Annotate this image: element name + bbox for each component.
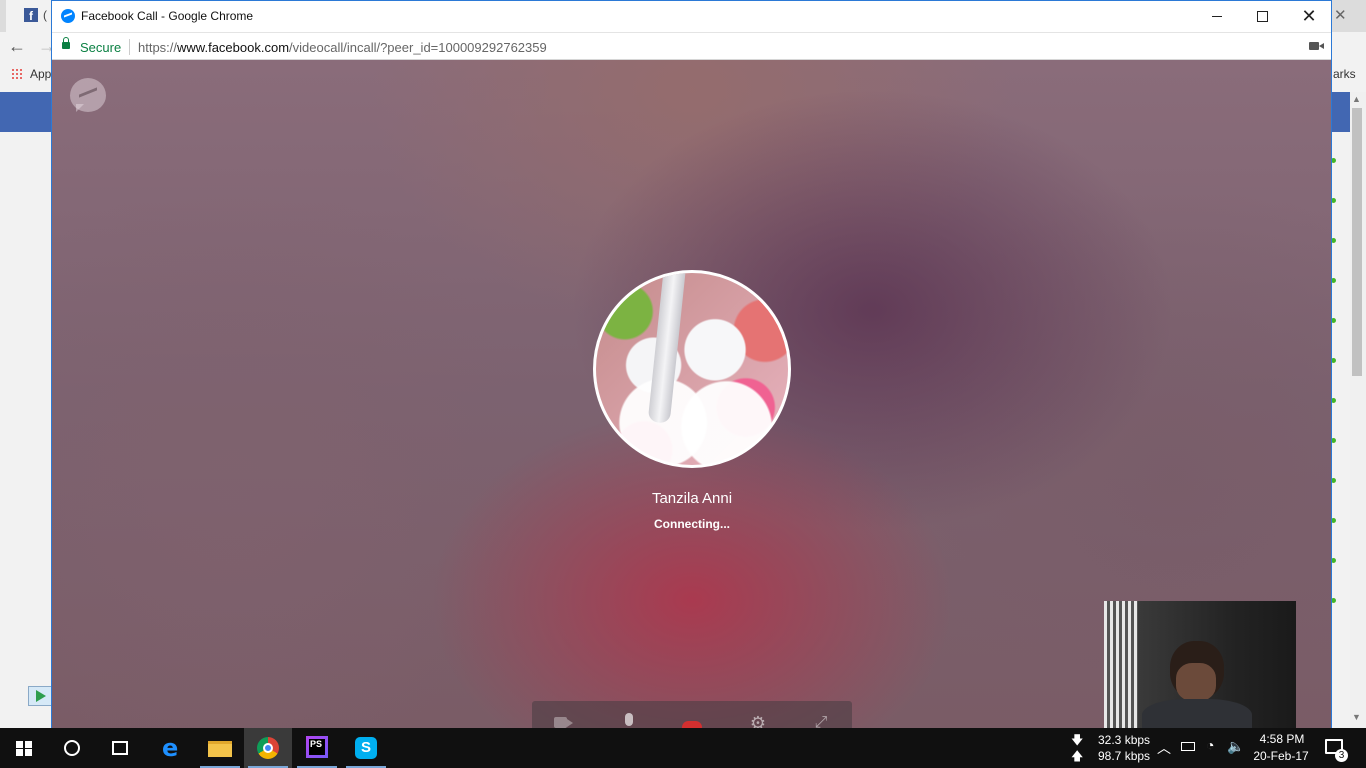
video-toggle-button[interactable] [554,713,576,728]
skype-icon: S [355,737,377,759]
self-video-preview[interactable] [1104,601,1296,728]
chrome-icon [257,737,279,759]
task-view-button[interactable] [96,728,144,768]
clock-time[interactable]: 4:58 PM [1254,732,1310,746]
network-upload-speed: 98.7 kbps [1098,749,1151,763]
caller-avatar [593,270,791,468]
window-title: Facebook Call - Google Chrome [81,9,254,23]
search-button[interactable] [48,728,96,768]
edge-icon: e [162,734,179,762]
notification-count-badge: 3 [1335,749,1348,762]
address-bar[interactable]: Secure https://www.facebook.com/videocal… [52,32,1331,60]
call-view: Tanzila Anni Connecting... ⚙ ⤢ [52,60,1331,728]
skype-taskbar-button[interactable]: S [342,728,390,768]
scrollbar-thumb[interactable] [1352,108,1362,376]
media-player-icon[interactable] [28,686,52,706]
facebook-icon: f [24,8,38,23]
edge-taskbar-button[interactable]: e [148,728,196,768]
scroll-up-icon[interactable]: ▲ [1352,94,1361,104]
self-view-background [1104,601,1138,728]
battery-icon[interactable] [1181,742,1195,751]
microphone-icon [625,713,633,726]
other-bookmarks[interactable]: arks [1333,67,1356,81]
show-hidden-icons-chevron-icon[interactable]: ︿ [1157,738,1171,758]
scroll-down-icon[interactable]: ▼ [1352,712,1361,722]
cortana-icon [64,740,80,756]
end-call-icon [682,721,702,728]
chrome-taskbar-button[interactable] [244,728,292,768]
upload-arrow-icon: 🡅 [1071,749,1084,763]
windows-logo-icon [16,741,32,756]
caller-name: Tanzila Anni [651,490,733,507]
apps-grid-icon[interactable] [11,68,23,80]
network-download-speed: 32.3 kbps [1098,733,1151,747]
messenger-logo-icon [70,78,106,112]
end-call-button[interactable] [680,713,702,728]
file-explorer-taskbar-button[interactable] [196,728,244,768]
self-view-face [1176,663,1216,701]
folder-icon [208,741,232,757]
camera-permission-icon[interactable] [1309,42,1324,50]
secure-label[interactable]: Secure [80,40,121,55]
volume-icon[interactable]: 🔈 [1227,738,1244,755]
minimize-icon [1212,16,1222,17]
url-path: /videocall/incall/?peer_id=1000092927623… [289,40,547,55]
fullscreen-button[interactable]: ⤢ [810,713,832,728]
video-icon [554,717,567,728]
facebook-call-window: Facebook Call - Google Chrome ✕ Secure h… [51,0,1332,728]
phpstorm-label: PS [310,739,323,749]
call-controls-bar: ⚙ ⤢ [532,701,852,728]
background-tab-label: ( [43,8,47,22]
self-view-body [1142,699,1252,728]
video-lens-icon [567,719,573,727]
url-host: www.facebook.com [177,40,290,55]
start-button[interactable] [0,728,48,768]
microphone-toggle-button[interactable] [619,713,641,728]
url-scheme: https:// [138,40,178,55]
clock-date[interactable]: 20-Feb-17 [1250,749,1312,763]
phpstorm-taskbar-button[interactable]: PS [293,728,341,768]
maximize-icon [1257,11,1268,22]
url-text[interactable]: https://www.facebook.com/videocall/incal… [138,40,547,55]
messenger-icon [61,9,75,23]
close-button[interactable]: ✕ [1286,1,1332,32]
address-separator [129,39,130,55]
close-icon[interactable]: ✕ [1334,6,1347,24]
lock-icon[interactable] [62,37,70,49]
task-view-icon [112,741,128,755]
window-titlebar[interactable]: Facebook Call - Google Chrome ✕ [52,1,1331,32]
settings-button[interactable]: ⚙ [747,713,769,728]
back-arrow-icon[interactable]: ← [8,36,26,57]
avatar-photo-detail [647,273,687,424]
call-status: Connecting... [654,517,730,531]
wifi-icon[interactable]: ◔ [1206,737,1214,753]
